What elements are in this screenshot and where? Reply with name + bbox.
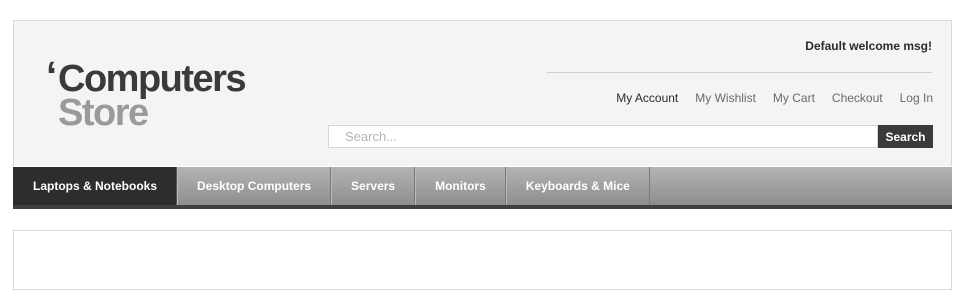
log-in-link[interactable]: Log In: [900, 91, 933, 105]
welcome-message: Default welcome msg!: [805, 39, 932, 53]
search-input[interactable]: [328, 125, 878, 148]
logo-line-store: Store: [58, 92, 149, 134]
nav-item-desktop-computers[interactable]: Desktop Computers: [177, 167, 332, 205]
my-account-link[interactable]: My Account: [616, 91, 678, 105]
checkout-link[interactable]: Checkout: [832, 91, 883, 105]
nav-item-laptops-notebooks[interactable]: Laptops & Notebooks: [13, 167, 178, 205]
logo-quote-mark: ‘: [46, 54, 57, 98]
nav-item-monitors[interactable]: Monitors: [415, 167, 506, 205]
category-nav: Laptops & Notebooks Desktop Computers Se…: [13, 167, 952, 209]
header-divider: [547, 72, 932, 73]
nav-item-keyboards-mice[interactable]: Keyboards & Mice: [505, 167, 650, 205]
content-panel: [13, 230, 952, 290]
nav-item-servers[interactable]: Servers: [331, 167, 416, 205]
search-button[interactable]: Search: [878, 125, 933, 148]
store-logo[interactable]: ‘ Computers Store: [46, 56, 276, 134]
my-wishlist-link[interactable]: My Wishlist: [695, 91, 756, 105]
account-links: My Account My Wishlist My Cart Checkout …: [599, 91, 933, 105]
my-cart-link[interactable]: My Cart: [773, 91, 815, 105]
